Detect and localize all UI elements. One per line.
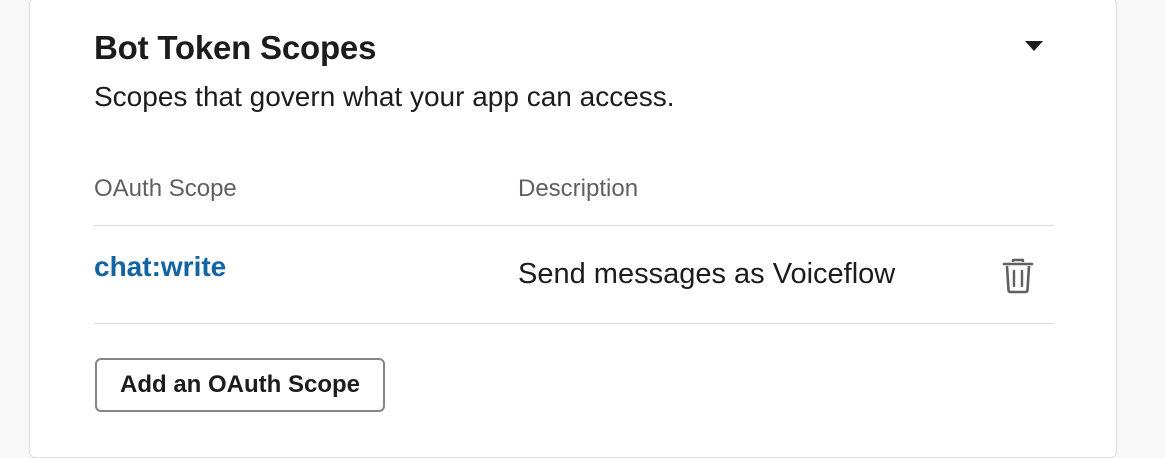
column-header-description: Description [518,175,639,202]
section-subtitle: Scopes that govern what your app can acc… [94,81,675,112]
trash-icon[interactable] [1002,258,1034,294]
column-header-oauth-scope: OAuth Scope [94,175,237,202]
scope-description: Send messages as Voiceflow [518,258,896,290]
caret-down-icon[interactable] [1022,37,1046,57]
section-title: Bot Token Scopes [94,29,377,66]
scope-link-chat-write[interactable]: chat:write [94,251,226,283]
table-header-divider [94,225,1054,226]
bot-token-scopes-card: Bot Token Scopes Scopes that govern what… [29,0,1117,458]
add-oauth-scope-button[interactable]: Add an OAuth Scope [95,358,385,412]
table-row-divider [94,323,1054,324]
